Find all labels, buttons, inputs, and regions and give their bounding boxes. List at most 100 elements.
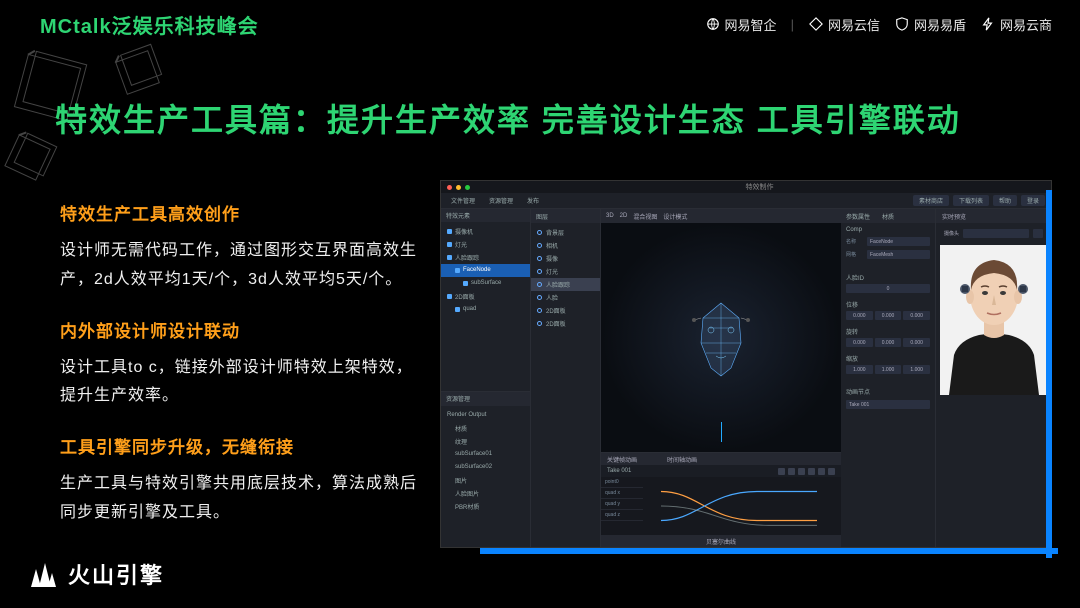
maximize-icon[interactable] (465, 185, 470, 190)
prop-section: 动画节点 (841, 383, 935, 398)
number-input[interactable]: 0.000 (846, 338, 873, 347)
tree-item[interactable]: PBR材质 (441, 500, 530, 513)
layer-item[interactable]: 背景层 (531, 226, 600, 239)
prop-section: Comp (841, 223, 935, 235)
tree-item[interactable]: 灯光 (441, 238, 530, 251)
timeline-footer: 贝塞尔曲线 (601, 535, 841, 547)
number-input[interactable]: 0.000 (875, 311, 902, 320)
number-input[interactable]: 0 (846, 284, 930, 293)
timeline-tab[interactable]: 关键帧动画 (607, 455, 637, 464)
tree-item[interactable]: 纹理 (441, 435, 530, 448)
tree-item[interactable]: subSurface01 (441, 448, 530, 461)
tree-item[interactable]: 材质 (441, 422, 530, 435)
panel-tab[interactable]: 参数属性 (846, 212, 870, 221)
play-button[interactable] (788, 468, 795, 475)
panel-tab[interactable]: 材质 (882, 212, 894, 221)
prop-row: Take 001 (841, 398, 935, 411)
timeline-tab[interactable]: 时间轴动画 (667, 455, 697, 464)
move-gizmo[interactable] (721, 422, 722, 442)
number-input[interactable]: 0.000 (903, 338, 930, 347)
eye-icon[interactable] (537, 282, 542, 287)
toolbar-button[interactable]: 发布 (523, 195, 543, 206)
cube-decoration (115, 50, 160, 95)
tree-item[interactable]: 2D面板 (441, 290, 530, 303)
layer-item-selected[interactable]: 人脸跟踪 (531, 278, 600, 291)
section-heading: 特效生产工具高效创作 (60, 200, 420, 225)
toolbar-button[interactable]: 帮助 (993, 195, 1017, 206)
tree-label: 灯光 (455, 240, 467, 249)
viewport-tab[interactable]: 设计模式 (663, 212, 687, 221)
tree-label: quad (463, 306, 476, 312)
3d-viewport[interactable] (601, 223, 841, 452)
tree-label: 人脸跟踪 (455, 253, 479, 262)
viewport-tab[interactable]: 3D (606, 213, 614, 219)
panel-title: 图层 (536, 212, 548, 221)
number-input[interactable]: 1.000 (903, 365, 930, 374)
tree-item[interactable]: 人脸跟踪 (441, 251, 530, 264)
mesh-field[interactable]: FaceMesh (867, 250, 930, 259)
prop-row: 网格 FaceMesh (841, 248, 935, 261)
layer-item[interactable]: 相机 (531, 239, 600, 252)
viewport-tab[interactable]: 混合视图 (633, 212, 657, 221)
accent-border (1046, 190, 1052, 558)
bolt-icon (980, 16, 996, 32)
number-input[interactable]: 0.000 (875, 338, 902, 347)
panel-header: 实时预览 (936, 209, 1051, 223)
viewport-tab[interactable]: 2D (620, 213, 628, 219)
layer-item[interactable]: 2D面板 (531, 304, 600, 317)
tree-label: subSurface (471, 280, 501, 286)
eye-icon[interactable] (537, 321, 542, 326)
tree-item[interactable]: subSurface (441, 277, 530, 290)
tree-item-selected[interactable]: FaceNode (441, 264, 530, 277)
tree-item[interactable]: 人脸图片 (441, 487, 530, 500)
camera-select[interactable] (963, 229, 1029, 238)
prev-frame-button[interactable] (778, 468, 785, 475)
eye-icon[interactable] (537, 269, 542, 274)
refresh-button[interactable] (1033, 229, 1043, 238)
section-body: 设计师无需代码工作，通过图形交互界面高效生产，2d人效平均1天/个，3d人效平均… (60, 237, 420, 295)
number-input[interactable]: 0.000 (903, 311, 930, 320)
resource-tree: Render Output 材质 纹理 subSurface01 subSurf… (441, 406, 530, 547)
record-button[interactable] (828, 468, 835, 475)
loop-button[interactable] (818, 468, 825, 475)
stop-button[interactable] (808, 468, 815, 475)
close-icon[interactable] (447, 185, 452, 190)
toolbar-button[interactable]: 资源管理 (485, 195, 517, 206)
tree-label: subSurface01 (455, 451, 492, 457)
number-input[interactable]: 1.000 (846, 365, 873, 374)
tree-item[interactable]: subSurface02 (441, 461, 530, 474)
next-frame-button[interactable] (798, 468, 805, 475)
tree-item[interactable]: Render Output (441, 409, 530, 422)
quad-icon (455, 307, 460, 312)
timeline-graph[interactable]: point0 quad x quad y quad z (601, 477, 841, 535)
layer-label: 灯光 (546, 267, 558, 276)
tree-item[interactable]: quad (441, 303, 530, 316)
eye-icon[interactable] (537, 295, 542, 300)
toolbar-button[interactable]: 下载列表 (953, 195, 989, 206)
number-input[interactable]: 0.000 (846, 311, 873, 320)
eye-icon[interactable] (537, 256, 542, 261)
name-field[interactable]: FaceNode (867, 237, 930, 246)
surface-icon (463, 281, 468, 286)
camera-select-row: 摄像头 (940, 227, 1047, 239)
toolbar-button[interactable]: 文件管理 (447, 195, 479, 206)
tree-item[interactable]: 摄像机 (441, 225, 530, 238)
layer-item[interactable]: 人脸 (531, 291, 600, 304)
layer-item[interactable]: 灯光 (531, 265, 600, 278)
minimize-icon[interactable] (456, 185, 461, 190)
eye-icon[interactable] (537, 308, 542, 313)
brand-item: 网易云商 (980, 15, 1052, 34)
number-input[interactable]: 1.000 (875, 365, 902, 374)
eye-icon[interactable] (537, 243, 542, 248)
take-select[interactable]: Take 001 (846, 400, 930, 409)
take-label[interactable]: Take 001 (607, 468, 631, 474)
toolbar-button[interactable]: 登录 (1021, 195, 1045, 206)
section-heading: 内外部设计师设计联动 (60, 317, 420, 342)
toolbar-button[interactable]: 素材商店 (913, 195, 949, 206)
timeline-mode[interactable]: 贝塞尔曲线 (706, 537, 736, 546)
panel-title: 资源管理 (446, 394, 470, 403)
tree-item[interactable]: 图片 (441, 474, 530, 487)
layer-item[interactable]: 2D面板 (531, 317, 600, 330)
eye-icon[interactable] (537, 230, 542, 235)
layer-item[interactable]: 摄像 (531, 252, 600, 265)
